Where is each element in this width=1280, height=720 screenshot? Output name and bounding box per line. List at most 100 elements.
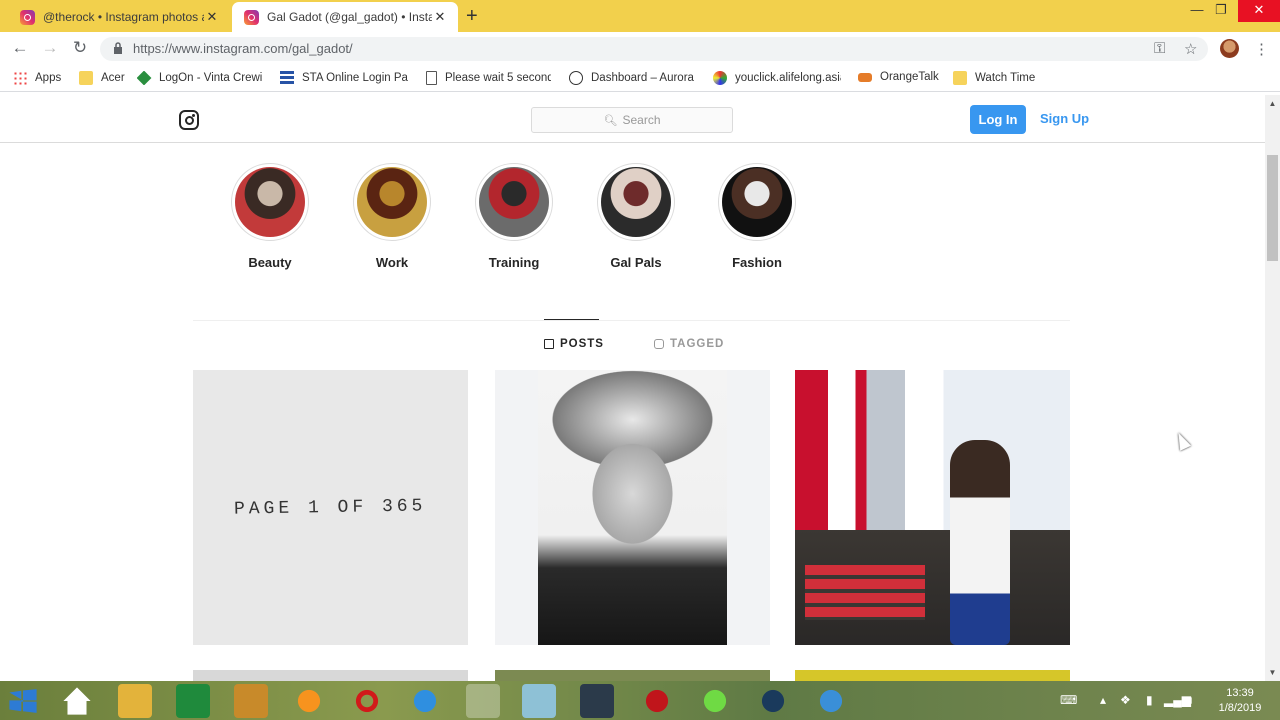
- battery-icon[interactable]: ▮: [1146, 693, 1153, 707]
- dropbox-icon[interactable]: ❖: [1120, 693, 1131, 707]
- tab-title: @therock • Instagram photos and videos: [43, 10, 204, 24]
- multicolor-icon: [713, 71, 727, 85]
- apps-grid-icon: [13, 71, 27, 85]
- highlight-thumbnail: [601, 167, 671, 237]
- post-tile[interactable]: PAGE 1 OF 365: [193, 370, 468, 645]
- bookmark-acer[interactable]: Acer: [79, 71, 125, 85]
- post-tile[interactable]: [795, 370, 1070, 645]
- bookmark-sta[interactable]: STA Online Login Page: [280, 71, 408, 85]
- instagram-page: 🔍︎ Search Log In Sign Up Beauty Work Tra…: [0, 95, 1265, 681]
- tab-tagged[interactable]: TAGGED: [654, 338, 724, 350]
- signup-link[interactable]: Sign Up: [1040, 111, 1089, 126]
- back-arrow-icon[interactable]: ←: [9, 38, 31, 58]
- maximize-button[interactable]: ❐: [1206, 0, 1236, 22]
- folder-icon: [79, 71, 93, 85]
- bookmark-please-wait[interactable]: Please wait 5 seconds: [426, 71, 551, 85]
- tab-title: Gal Gadot (@gal_gadot) • Instagram photo…: [267, 10, 432, 24]
- scroll-down-arrow-icon[interactable]: ▼: [1266, 668, 1279, 677]
- clock-date: 1/8/2019: [1218, 702, 1262, 714]
- login-button[interactable]: Log In: [970, 105, 1026, 134]
- folder-icon: [953, 71, 967, 85]
- portrait-photo: [538, 370, 727, 645]
- profile-avatar[interactable]: [1220, 39, 1239, 58]
- tagged-user-icon: [654, 339, 664, 349]
- close-window-button[interactable]: ✕: [1238, 0, 1280, 22]
- circle-a-icon: [569, 71, 583, 85]
- app-icon[interactable]: [580, 684, 614, 718]
- post-text: PAGE 1 OF 365: [234, 495, 427, 520]
- bars-icon: [280, 71, 294, 85]
- search-input[interactable]: 🔍︎ Search: [531, 107, 733, 133]
- bookmark-youclick[interactable]: youclick.alifelong.asia: [713, 71, 841, 85]
- lock-icon[interactable]: [113, 42, 123, 55]
- app-icon[interactable]: [756, 684, 790, 718]
- forward-arrow-icon[interactable]: →: [39, 38, 61, 58]
- taskbar-clock[interactable]: 13:39 1/8/2019: [1212, 686, 1268, 716]
- highlight-thumbnail: [357, 167, 427, 237]
- highlight-thumbnail: [722, 167, 792, 237]
- app-icon[interactable]: [522, 684, 556, 718]
- keyboard-icon[interactable]: ⌨: [1060, 693, 1077, 707]
- instagram-favicon-icon: [244, 9, 259, 25]
- notes-icon[interactable]: [234, 684, 268, 718]
- tab-therock[interactable]: @therock • Instagram photos and videos ✕: [8, 2, 230, 32]
- orange-icon: [858, 72, 872, 82]
- tab-close-icon[interactable]: ✕: [432, 9, 448, 25]
- highlight-gal-pals[interactable]: Gal Pals: [596, 163, 676, 270]
- app-icon[interactable]: [814, 684, 848, 718]
- document-icon: [426, 71, 437, 85]
- search-icon: 🔍︎: [603, 114, 618, 127]
- url-text[interactable]: https://www.instagram.com/gal_gadot/: [133, 41, 353, 56]
- post-tile[interactable]: [495, 370, 770, 645]
- search-placeholder: Search: [622, 113, 661, 127]
- opera-icon[interactable]: [350, 684, 384, 718]
- reload-icon[interactable]: ↻: [69, 38, 91, 58]
- highlight-beauty[interactable]: Beauty: [230, 163, 310, 270]
- highlight-fashion[interactable]: Fashion: [717, 163, 797, 270]
- chrome-taskbar-button[interactable]: [466, 684, 500, 718]
- volume-icon[interactable]: 🔈︎: [1188, 693, 1195, 708]
- instagram-favicon-icon: [20, 9, 35, 25]
- highlight-work[interactable]: Work: [352, 163, 432, 270]
- post-tile-partial[interactable]: [193, 670, 468, 681]
- bookmark-orangetalk[interactable]: OrangeTalk: [858, 71, 939, 83]
- star-icon[interactable]: ☆: [1184, 40, 1197, 58]
- app-icon[interactable]: [640, 684, 674, 718]
- highlight-label: Beauty: [248, 255, 292, 270]
- highlight-label: Work: [375, 255, 409, 270]
- tab-close-icon[interactable]: ✕: [204, 9, 220, 25]
- tray-expand-icon[interactable]: ▴: [1100, 693, 1106, 707]
- highlight-training[interactable]: Training: [474, 163, 554, 270]
- scrollbar-thumb[interactable]: [1267, 155, 1278, 261]
- instagram-logo-icon[interactable]: [179, 110, 199, 130]
- post-tile-partial[interactable]: [495, 670, 770, 681]
- diamond-icon: [137, 71, 152, 85]
- instagram-header: 🔍︎ Search Log In Sign Up: [0, 95, 1265, 143]
- new-tab-button[interactable]: +: [466, 6, 478, 26]
- scroll-up-arrow-icon[interactable]: ▲: [1266, 99, 1279, 108]
- bookmark-dashboard[interactable]: Dashboard – Aurora: [569, 71, 694, 85]
- gym-mats: [805, 565, 925, 620]
- internet-explorer-icon[interactable]: [408, 684, 442, 718]
- bookmark-watch-time[interactable]: Watch Time: [953, 71, 1035, 85]
- file-explorer-icon[interactable]: [118, 684, 152, 718]
- active-tab-indicator: [544, 319, 599, 320]
- excel-icon[interactable]: [176, 684, 210, 718]
- highlight-thumbnail: [235, 167, 305, 237]
- highlight-label: Gal Pals: [610, 255, 662, 270]
- tab-posts[interactable]: POSTS: [544, 338, 604, 350]
- highlight-label: Training: [488, 255, 540, 270]
- firefox-icon[interactable]: [292, 684, 326, 718]
- key-icon[interactable]: ⚿: [1154, 40, 1165, 57]
- post-tile-partial[interactable]: [795, 670, 1070, 681]
- highlight-thumbnail: [479, 167, 549, 237]
- clock-time: 13:39: [1226, 687, 1254, 699]
- signal-icon[interactable]: ▂▄▆: [1164, 693, 1191, 707]
- upwork-icon[interactable]: [698, 684, 732, 718]
- highlight-label: Fashion: [732, 255, 782, 270]
- bookmark-logon[interactable]: LogOn - Vinta Crewing: [137, 71, 262, 85]
- menu-dots-icon[interactable]: ⋮: [1254, 40, 1269, 58]
- tab-gal-gadot[interactable]: Gal Gadot (@gal_gadot) • Instagram photo…: [232, 2, 458, 32]
- person-climbing: [950, 440, 1010, 645]
- bookmark-apps[interactable]: Apps: [13, 71, 61, 85]
